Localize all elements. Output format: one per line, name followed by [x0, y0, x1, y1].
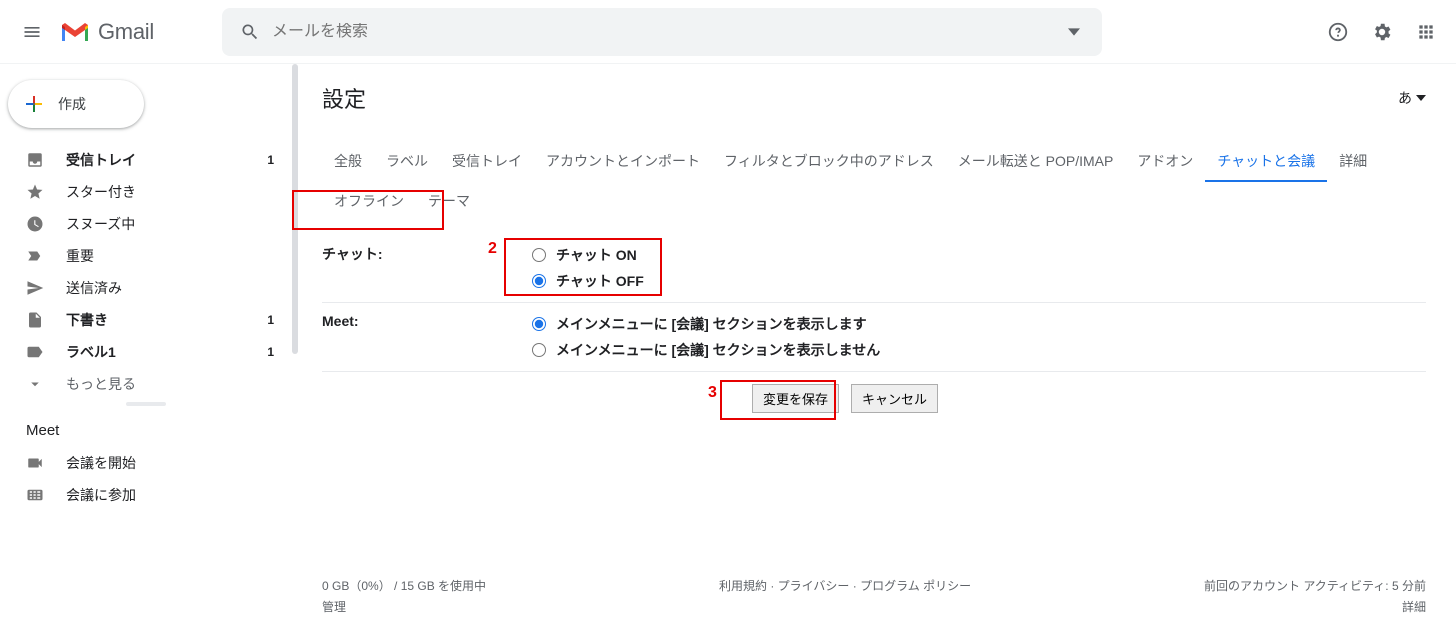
chat-off-radio[interactable] [532, 274, 546, 288]
left-sidebar: 作成 受信トレイ1スター付きスヌーズ中重要送信済み下書き1ラベル11もっと見る … [0, 64, 292, 621]
meet-section-header: Meet [0, 408, 292, 447]
sidebar-item-clock[interactable]: スヌーズ中 [0, 208, 292, 240]
clock-icon [26, 215, 66, 233]
gmail-text: Gmail [98, 19, 154, 45]
tab-テーマ[interactable]: テーマ [416, 182, 482, 220]
app-header: Gmail [0, 0, 1456, 64]
tab-メール転送と POP/IMAP[interactable]: メール転送と POP/IMAP [946, 142, 1126, 182]
sidebar-item-star[interactable]: スター付き [0, 176, 292, 208]
save-button[interactable]: 変更を保存 [752, 384, 839, 413]
content-scrollbar[interactable] [292, 64, 298, 354]
main-menu-button[interactable] [8, 8, 56, 56]
search-input[interactable] [272, 23, 1052, 41]
sidebar-item-draft[interactable]: 下書き1 [0, 304, 292, 336]
activity-details-link[interactable]: 詳細 [1204, 598, 1426, 615]
sidebar-resize-handle[interactable] [0, 400, 292, 408]
tab-フィルタとブロック中のアドレス[interactable]: フィルタとブロック中のアドレス [712, 142, 946, 182]
policy-link[interactable]: プログラム ポリシー [860, 579, 971, 593]
plus-icon [22, 92, 46, 116]
support-button[interactable] [1318, 12, 1358, 52]
sidebar-item-sent[interactable]: 送信済み [0, 272, 292, 304]
tab-受信トレイ[interactable]: 受信トレイ [440, 142, 534, 182]
compose-button[interactable]: 作成 [8, 80, 144, 128]
expand-icon [26, 375, 66, 393]
input-language-button[interactable]: あ [1398, 88, 1426, 108]
storage-usage: 0 GB（0%） / 15 GB を使用中 [322, 577, 486, 594]
tab-アカウントとインポート[interactable]: アカウントとインポート [534, 142, 712, 182]
chat-on-option[interactable]: チャット ON [532, 242, 1426, 268]
main-content: 設定 あ 全般ラベル受信トレイアカウントとインポートフィルタとブロック中のアドレ… [292, 64, 1456, 621]
sidebar-item-expand[interactable]: もっと見る [0, 368, 292, 400]
search-button[interactable] [228, 22, 272, 42]
star-icon [26, 183, 66, 201]
draft-icon [26, 311, 66, 329]
gear-icon [1371, 21, 1393, 43]
sidebar-item-inbox[interactable]: 受信トレイ1 [0, 144, 292, 176]
gmail-logo[interactable]: Gmail [60, 19, 154, 45]
caret-down-icon [1416, 95, 1426, 101]
tab-詳細[interactable]: 詳細 [1327, 142, 1379, 182]
meet-hide-option[interactable]: メインメニューに [会議] セクションを表示しません [532, 337, 1426, 363]
chat-on-radio[interactable] [532, 248, 546, 262]
video-icon [26, 454, 66, 472]
tab-全般[interactable]: 全般 [322, 142, 374, 182]
meet-hide-radio[interactable] [532, 343, 546, 357]
search-bar [222, 8, 1102, 56]
meet-show-radio[interactable] [532, 317, 546, 331]
tab-アドオン[interactable]: アドオン [1125, 142, 1205, 182]
tab-チャットと会議[interactable]: チャットと会議 [1205, 142, 1327, 182]
search-options-button[interactable] [1052, 26, 1096, 38]
keyboard-icon [26, 486, 66, 504]
hamburger-icon [22, 22, 42, 42]
apps-grid-icon [1416, 22, 1436, 42]
sent-icon [26, 279, 66, 297]
meet-list: 会議を開始会議に参加 [0, 447, 292, 511]
manage-storage-link[interactable]: 管理 [322, 598, 486, 615]
meet-show-option[interactable]: メインメニューに [会議] セクションを表示します [532, 311, 1426, 337]
settings-tabs: 全般ラベル受信トレイアカウントとインポートフィルタとブロック中のアドレスメール転… [322, 142, 1426, 220]
cancel-button[interactable]: キャンセル [851, 384, 938, 413]
meet-item-keyboard[interactable]: 会議に参加 [0, 479, 292, 511]
meet-setting-label: Meet: [322, 311, 532, 363]
terms-link[interactable]: 利用規約 [719, 579, 767, 593]
tab-ラベル[interactable]: ラベル [374, 142, 440, 182]
inbox-icon [26, 151, 66, 169]
last-activity: 前回のアカウント アクティビティ: 5 分前 [1204, 577, 1426, 594]
important-icon [26, 247, 66, 265]
meet-item-video[interactable]: 会議を開始 [0, 447, 292, 479]
apps-button[interactable] [1406, 12, 1446, 52]
caret-down-icon [1068, 26, 1080, 38]
page-title: 設定 [322, 82, 366, 114]
folder-list: 受信トレイ1スター付きスヌーズ中重要送信済み下書き1ラベル11もっと見る [0, 144, 292, 400]
search-icon [240, 22, 260, 42]
label-icon [26, 343, 66, 361]
compose-label: 作成 [58, 94, 86, 114]
settings-button[interactable] [1362, 12, 1402, 52]
gmail-m-icon [60, 21, 90, 43]
chat-setting-label: チャット: [322, 242, 532, 294]
privacy-link[interactable]: プライバシー [778, 579, 850, 593]
sidebar-item-label[interactable]: ラベル11 [0, 336, 292, 368]
footer: 0 GB（0%） / 15 GB を使用中 管理 利用規約 · プライバシー ·… [322, 577, 1426, 615]
help-icon [1327, 21, 1349, 43]
sidebar-item-important[interactable]: 重要 [0, 240, 292, 272]
chat-off-option[interactable]: チャット OFF [532, 268, 1426, 294]
tab-オフライン[interactable]: オフライン [322, 182, 416, 220]
